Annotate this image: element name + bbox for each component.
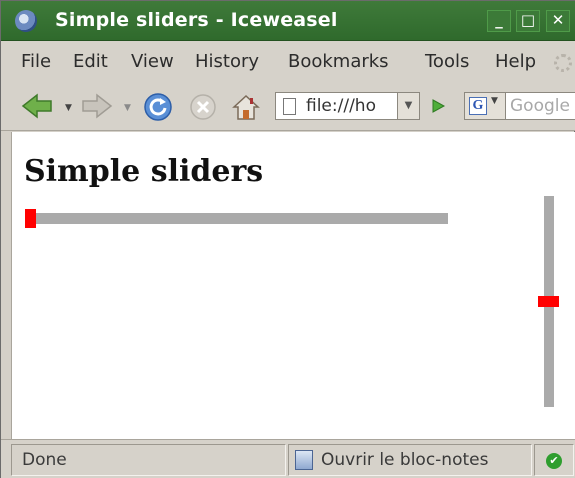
menu-view[interactable]: View xyxy=(131,51,174,72)
notepad-panel[interactable]: Ouvrir le bloc-notes xyxy=(288,444,532,476)
url-bar[interactable]: file:///ho xyxy=(275,92,398,120)
notepad-icon xyxy=(295,450,313,470)
search-input[interactable]: Google xyxy=(506,92,575,120)
google-logo-icon: G xyxy=(469,97,487,115)
status-text: Done xyxy=(22,450,67,470)
stop-icon[interactable] xyxy=(188,92,218,122)
page-icon xyxy=(283,98,296,115)
window-title: Simple sliders - Iceweasel xyxy=(55,9,338,31)
horizontal-slider-thumb[interactable] xyxy=(25,209,36,228)
maximize-button[interactable]: □ xyxy=(516,10,540,32)
menu-bookmarks[interactable]: Bookmarks xyxy=(288,51,389,72)
horizontal-slider-track[interactable] xyxy=(25,213,448,224)
status-panel: Done xyxy=(11,444,286,476)
page-content: Simple sliders xyxy=(11,132,575,439)
url-input[interactable]: file:///ho xyxy=(306,96,376,116)
iceweasel-logo-icon xyxy=(15,10,37,32)
check-icon: ✔ xyxy=(546,453,562,469)
go-icon[interactable] xyxy=(426,92,450,120)
menu-history[interactable]: History xyxy=(195,51,259,72)
search-engine-dropdown-icon: ▼ xyxy=(491,96,498,106)
security-panel[interactable]: ✔ xyxy=(534,444,574,476)
back-history-dropdown-icon[interactable]: ▼ xyxy=(65,103,72,113)
home-icon[interactable] xyxy=(231,92,261,122)
vertical-slider-thumb[interactable] xyxy=(538,296,559,307)
notepad-label[interactable]: Ouvrir le bloc-notes xyxy=(321,450,488,470)
forward-history-dropdown-icon[interactable]: ▼ xyxy=(124,103,131,113)
menu-tools[interactable]: Tools xyxy=(425,51,469,72)
minimize-button[interactable]: _ xyxy=(487,10,511,32)
browser-window: Simple sliders - Iceweasel _ □ ✕ File Ed… xyxy=(0,0,575,478)
url-dropdown-button[interactable]: ▼ xyxy=(398,92,420,120)
search-placeholder: Google xyxy=(510,96,570,116)
menu-edit[interactable]: Edit xyxy=(73,51,108,72)
forward-icon[interactable] xyxy=(81,92,113,120)
menu-file[interactable]: File xyxy=(21,51,51,72)
menu-help[interactable]: Help xyxy=(495,51,536,72)
close-button[interactable]: ✕ xyxy=(546,10,570,32)
throbber-icon xyxy=(554,54,572,72)
status-bar: Done Ouvrir le bloc-notes ✔ xyxy=(1,439,575,478)
page-title: Simple sliders xyxy=(24,154,264,189)
reload-icon[interactable] xyxy=(143,92,173,122)
menu-bar: File Edit View History Bookmarks Tools H… xyxy=(1,41,575,83)
back-icon[interactable] xyxy=(21,92,53,120)
search-engine-selector[interactable]: G ▼ xyxy=(464,92,506,120)
title-bar[interactable]: Simple sliders - Iceweasel _ □ ✕ xyxy=(1,1,575,41)
